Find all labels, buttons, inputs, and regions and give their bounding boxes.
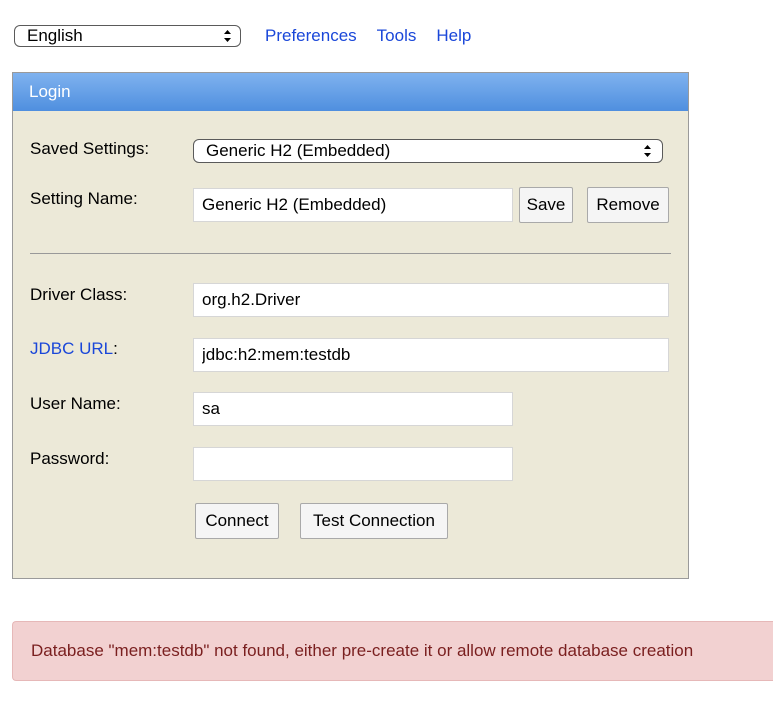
test-connection-button[interactable]: Test Connection [300,503,448,539]
error-message-box: Database "mem:testdb" not found, either … [12,621,773,681]
user-name-input[interactable] [193,392,513,426]
password-label: Password: [30,449,110,468]
setting-name-input[interactable] [193,188,513,222]
saved-settings-select[interactable]: Generic H2 (Embedded) [193,139,663,163]
top-nav: Preferences Tools Help [265,26,471,46]
setting-name-label: Setting Name: [30,189,138,208]
driver-class-input[interactable] [193,283,669,317]
help-link[interactable]: Help [436,26,471,46]
jdbc-url-label-group: JDBC URL: [30,339,118,359]
login-title: Login [29,82,71,101]
error-message: Database "mem:testdb" not found, either … [31,641,694,660]
jdbc-url-link[interactable]: JDBC URL [30,339,113,358]
select-arrows-icon [223,26,232,46]
driver-class-label: Driver Class: [30,285,128,304]
saved-settings-label: Saved Settings: [30,139,150,158]
password-input[interactable] [193,447,513,481]
language-select[interactable]: English [14,25,241,47]
select-arrows-icon [643,140,652,162]
jdbc-url-colon: : [113,339,118,358]
preferences-link[interactable]: Preferences [265,26,357,46]
login-panel: Login Saved Settings: Generic H2 (Embedd… [12,72,689,579]
save-button[interactable]: Save [519,187,573,223]
login-panel-header: Login [13,73,688,111]
jdbc-url-input[interactable] [193,338,669,372]
user-name-label: User Name: [30,394,121,413]
saved-settings-value: Generic H2 (Embedded) [206,141,391,160]
top-bar: English Preferences Tools Help [14,24,471,48]
remove-button[interactable]: Remove [587,187,669,223]
language-select-value: English [27,26,83,45]
tools-link[interactable]: Tools [377,26,417,46]
connect-button[interactable]: Connect [195,503,279,539]
divider [30,253,671,254]
